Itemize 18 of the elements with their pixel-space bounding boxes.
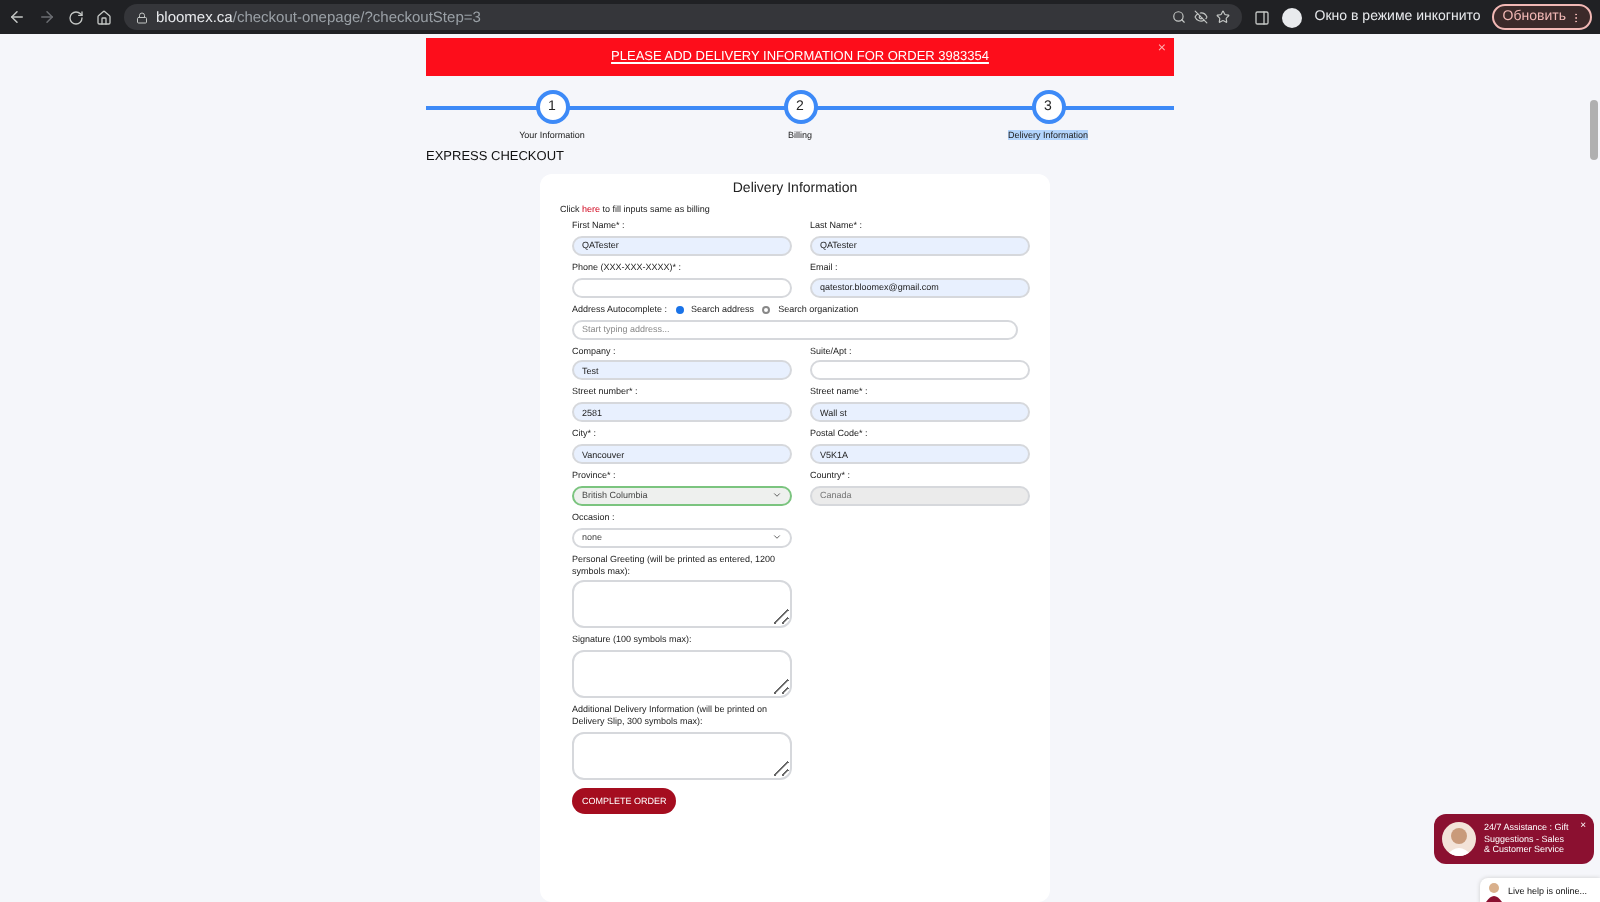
search-icon[interactable] [1172, 10, 1187, 24]
chevron-down-icon [772, 490, 782, 501]
text-field[interactable] [572, 277, 792, 298]
lock-icon [136, 11, 148, 23]
side-panel-icon[interactable] [1254, 9, 1271, 25]
reload-icon[interactable] [68, 9, 84, 25]
avatar-icon [1442, 822, 1476, 856]
chevron-down-icon [772, 532, 782, 543]
text-field[interactable] [810, 360, 1030, 381]
eye-off-icon[interactable] [1194, 10, 1209, 24]
home-icon[interactable] [96, 9, 112, 25]
radio-button[interactable] [762, 305, 771, 314]
incognito-avatar-icon [1282, 7, 1303, 27]
forward-icon[interactable] [38, 8, 56, 26]
radio-button[interactable] [675, 305, 684, 314]
person-icon [1486, 881, 1502, 901]
star-icon[interactable] [1216, 10, 1231, 24]
back-icon[interactable] [8, 8, 26, 26]
